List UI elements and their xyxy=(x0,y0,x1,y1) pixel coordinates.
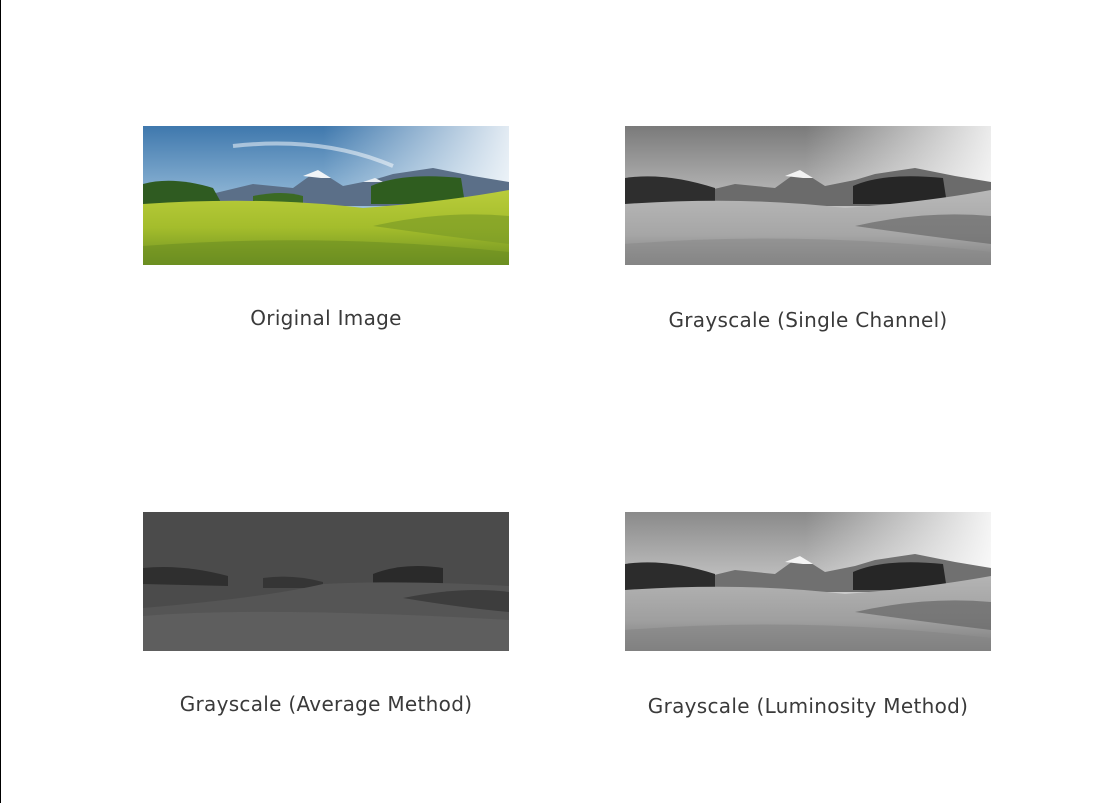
window-left-border xyxy=(0,0,1,803)
grayscale-average-method-caption: Grayscale (Average Method) xyxy=(179,692,473,716)
grayscale-luminosity-method-caption: Grayscale (Luminosity Method) xyxy=(647,694,969,718)
original-image-caption: Original Image xyxy=(250,306,402,330)
grayscale-single-channel-caption: Grayscale (Single Channel) xyxy=(668,308,948,332)
original-image xyxy=(143,126,509,265)
grayscale-average-method-image xyxy=(143,512,509,651)
grayscale-single-channel-image xyxy=(625,126,991,265)
grayscale-luminosity-method-image xyxy=(625,512,991,651)
